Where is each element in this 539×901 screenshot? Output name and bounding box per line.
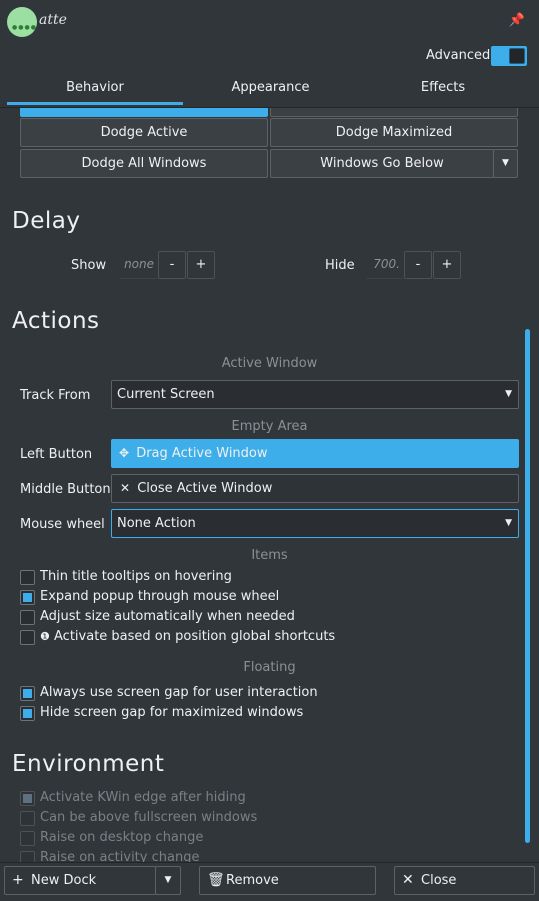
tab-appearance[interactable]: Appearance (183, 75, 358, 105)
vertical-scrollbar[interactable] (525, 329, 530, 843)
show-delay-decrement-button[interactable]: - (158, 251, 186, 279)
checkbox-box (20, 706, 35, 721)
trash-icon: 🗑 (207, 872, 225, 888)
show-label: Show (71, 258, 107, 273)
left-button-value: Drag Active Window (136, 446, 268, 461)
hide-delay-increment-button[interactable]: + (433, 251, 461, 279)
hide-label: Hide (325, 258, 355, 273)
left-button-action-button[interactable]: ✥ Drag Active Window (111, 439, 519, 468)
behavior-scroll-area[interactable]: Dodge Active Dodge Maximized Dodge All W… (0, 108, 539, 863)
actions-title: Actions (12, 308, 100, 334)
floating-header: Floating (243, 660, 296, 675)
middle-button-label: Middle Button (20, 482, 111, 497)
windows-go-below-button[interactable]: Windows Go Below (270, 149, 494, 178)
show-delay-input[interactable]: none (120, 251, 157, 279)
footer-divider (0, 862, 539, 863)
close-icon: ✕ (120, 481, 131, 495)
remove-button[interactable]: 🗑 Remove (199, 866, 376, 895)
advanced-label: Advanced (426, 48, 491, 63)
checkbox-box (20, 590, 35, 605)
mouse-wheel-value: None Action (117, 516, 196, 531)
checkbox-box (20, 686, 35, 701)
left-button-label: Left Button (20, 447, 93, 462)
active-window-header: Active Window (221, 356, 318, 371)
dodge-all-windows-button[interactable]: Dodge All Windows (20, 149, 268, 178)
visibility-button[interactable] (270, 108, 518, 117)
logo-text: atte (39, 12, 67, 28)
chevron-down-icon: ▼ (505, 518, 512, 528)
tab-effects[interactable]: Effects (358, 75, 528, 105)
hide-delay-decrement-button[interactable]: - (404, 251, 432, 279)
visibility-button-selected[interactable] (20, 108, 268, 117)
close-icon: ✕ (402, 872, 414, 888)
move-icon: ✥ (119, 446, 130, 460)
track-from-select[interactable]: Current Screen ▼ (111, 380, 519, 409)
plus-icon: + (12, 872, 24, 888)
track-from-value: Current Screen (117, 387, 215, 402)
chevron-down-icon: ▼ (164, 875, 172, 885)
dodge-active-button[interactable]: Dodge Active (20, 118, 268, 147)
dodge-maximized-button[interactable]: Dodge Maximized (270, 118, 518, 147)
middle-button-value: Close Active Window (137, 481, 273, 496)
delay-title: Delay (12, 208, 81, 234)
tab-behavior[interactable]: Behavior (7, 75, 183, 105)
items-header: Items (251, 548, 288, 563)
checkbox-box (20, 791, 35, 806)
new-dock-dropdown-button[interactable]: ▼ (155, 866, 181, 895)
checkbox-box (20, 811, 35, 826)
track-from-label: Track From (20, 388, 91, 403)
chevron-down-icon: ▼ (505, 389, 512, 399)
visibility-more-dropdown[interactable]: ▼ (493, 149, 518, 178)
checkbox-box (20, 610, 35, 625)
mouse-wheel-select[interactable]: None Action ▼ (111, 509, 519, 538)
show-delay-increment-button[interactable]: + (187, 251, 215, 279)
info-icon: ❶ (40, 630, 50, 643)
checkbox-box (20, 570, 35, 585)
advanced-toggle[interactable] (491, 46, 527, 66)
latte-logo: ●●●● (7, 7, 37, 37)
close-button[interactable]: ✕ Close (394, 866, 535, 895)
empty-area-header: Empty Area (231, 419, 308, 434)
chevron-down-icon: ▼ (502, 158, 509, 168)
mouse-wheel-label: Mouse wheel (20, 517, 105, 532)
checkbox-box (20, 630, 35, 645)
hide-delay-input[interactable]: 700. (366, 251, 403, 279)
environment-title: Environment (12, 751, 165, 777)
new-dock-button[interactable]: + New Dock (4, 866, 156, 895)
checkbox-box (20, 831, 35, 846)
middle-button-action-button[interactable]: ✕ Close Active Window (111, 474, 519, 503)
pin-icon[interactable]: 📌 (508, 12, 526, 30)
